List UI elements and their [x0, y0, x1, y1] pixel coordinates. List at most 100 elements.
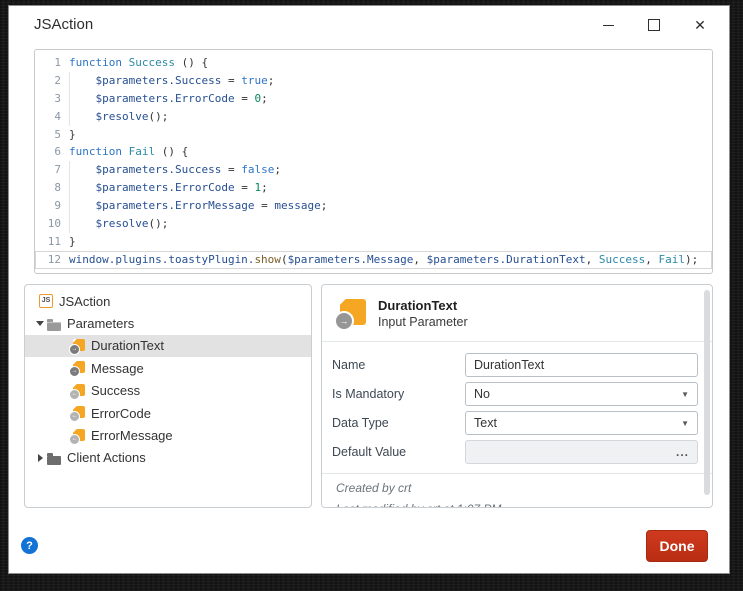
code-line-1[interactable]: 1function Success () { — [35, 54, 712, 72]
tree-item-success[interactable]: Success — [25, 380, 311, 402]
window-controls: ✕ — [585, 11, 723, 39]
tree-item-client-actions[interactable]: Client Actions — [25, 447, 311, 469]
line-number: 6 — [35, 143, 69, 161]
code-text: $parameters.ErrorCode = 0; — [69, 92, 268, 105]
code-line-4[interactable]: 4 $resolve(); — [35, 108, 712, 126]
expander-right-icon[interactable] — [33, 454, 47, 462]
inspector-header: DurationText Input Parameter — [322, 285, 712, 341]
line-number: 9 — [35, 197, 69, 215]
inspector-meta: Created by crt Last modified by crt at 1… — [322, 473, 712, 508]
inspector-scrollbar[interactable] — [704, 290, 710, 495]
field-label-default-value: Default Value — [332, 445, 465, 459]
maximize-button[interactable] — [631, 11, 677, 39]
code-text: function Success () { — [69, 56, 208, 69]
last-modified-text: Last modified by crt at 1:07 PM — [336, 502, 698, 508]
input-parameter-icon — [334, 299, 366, 329]
code-line-7[interactable]: 7 $parameters.Success = false; — [35, 161, 712, 179]
expander-down-icon[interactable] — [33, 321, 47, 326]
code-line-8[interactable]: 8 $parameters.ErrorCode = 1; — [35, 179, 712, 197]
tree-item-label: ErrorCode — [91, 406, 151, 421]
code-line-3[interactable]: 3 $parameters.ErrorCode = 0; — [35, 90, 712, 108]
dropdown-caret-icon: ▼ — [681, 419, 689, 428]
field-row-is-mandatory: Is MandatoryNo▼ — [332, 382, 698, 406]
close-icon: ✕ — [694, 18, 706, 32]
code-text: $parameters.ErrorCode = 1; — [69, 181, 268, 194]
line-number: 3 — [35, 90, 69, 108]
line-number: 4 — [35, 108, 69, 126]
code-text: $parameters.Success = false; — [69, 163, 281, 176]
name-field[interactable]: DurationText — [465, 353, 698, 377]
tree-list: JSAction Parameters DurationText Message Suc… — [25, 290, 311, 469]
is-mandatory-dropdown[interactable]: No▼ — [465, 382, 698, 406]
line-number: 8 — [35, 179, 69, 197]
default-value-field[interactable]: ... — [465, 440, 698, 464]
code-text: } — [69, 128, 76, 141]
code-text: function Fail () { — [69, 145, 188, 158]
input-parameter-icon — [71, 361, 85, 375]
js-icon — [39, 294, 53, 308]
tree-item-message[interactable]: Message — [25, 357, 311, 379]
inspector-title: DurationText — [378, 298, 468, 313]
tree-item-jsaction[interactable]: JSAction — [25, 290, 311, 312]
data-type-dropdown[interactable]: Text▼ — [465, 411, 698, 435]
line-number: 2 — [35, 72, 69, 90]
code-text: $parameters.Success = true; — [69, 74, 274, 87]
code-line-10[interactable]: 10 $resolve(); — [35, 215, 712, 233]
tree-item-label: Client Actions — [67, 450, 146, 465]
code-text: } — [69, 235, 76, 248]
minimize-icon — [603, 25, 614, 26]
code-text: $resolve(); — [69, 110, 168, 123]
tree-item-label: Success — [91, 383, 140, 398]
line-number: 1 — [35, 54, 69, 72]
field-row-data-type: Data TypeText▼ — [332, 411, 698, 435]
tree-item-label: ErrorMessage — [91, 428, 173, 443]
line-number: 5 — [35, 126, 69, 144]
tree-item-parameters[interactable]: Parameters — [25, 312, 311, 334]
tree-item-label: DurationText — [91, 338, 164, 353]
field-value: DurationText — [474, 358, 689, 372]
code-text: window.plugins.toastyPlugin.show($parame… — [69, 253, 698, 266]
jsaction-dialog: JSAction ✕ 1function Success () {2 $para… — [8, 5, 730, 574]
field-row-name: Name DurationText — [332, 353, 698, 377]
done-button[interactable]: Done — [646, 530, 708, 562]
field-label-data-type: Data Type — [332, 416, 465, 430]
dropdown-caret-icon: ▼ — [681, 390, 689, 399]
field-value: No — [474, 387, 681, 401]
window-title: JSAction — [34, 16, 93, 33]
close-button[interactable]: ✕ — [677, 11, 723, 39]
tree-item-errormessage[interactable]: ErrorMessage — [25, 424, 311, 446]
minimize-button[interactable] — [585, 11, 631, 39]
input-parameter-icon — [71, 339, 85, 353]
code-text: $parameters.ErrorMessage = message; — [69, 199, 327, 212]
code-line-9[interactable]: 9 $parameters.ErrorMessage = message; — [35, 197, 712, 215]
field-label-is-mandatory: Is Mandatory — [332, 387, 465, 401]
code-editor[interactable]: 1function Success () {2 $parameters.Succ… — [34, 49, 713, 274]
inspector-subtitle: Input Parameter — [378, 315, 468, 329]
inspector-panel: DurationText Input Parameter Name Duratio… — [321, 284, 713, 508]
output-parameter-icon — [71, 406, 85, 420]
ellipsis-button[interactable]: ... — [676, 445, 689, 459]
code-line-12[interactable]: 12window.plugins.toastyPlugin.show($para… — [35, 251, 712, 269]
code-line-2[interactable]: 2 $parameters.Success = true; — [35, 72, 712, 90]
line-number: 11 — [35, 233, 69, 251]
created-by-text: Created by crt — [336, 481, 698, 495]
tree-item-label: Parameters — [67, 316, 134, 331]
action-tree-panel: JSAction Parameters DurationText Message Suc… — [24, 284, 312, 508]
field-row-default-value: Default Value... — [332, 440, 698, 464]
line-number: 10 — [35, 215, 69, 233]
inspector-titles: DurationText Input Parameter — [378, 298, 468, 329]
help-button[interactable]: ? — [21, 537, 38, 554]
folder-closed-icon — [47, 452, 61, 466]
tree-item-errorcode[interactable]: ErrorCode — [25, 402, 311, 424]
line-number: 7 — [35, 161, 69, 179]
code-line-5[interactable]: 5} — [35, 126, 712, 144]
tree-item-durationtext[interactable]: DurationText — [25, 335, 311, 357]
field-label-name: Name — [332, 358, 465, 372]
code-line-11[interactable]: 11} — [35, 233, 712, 251]
code-lines: 1function Success () {2 $parameters.Succ… — [35, 54, 712, 269]
help-icon: ? — [26, 540, 33, 552]
field-value: Text — [474, 416, 681, 430]
tree-item-label: Message — [91, 361, 144, 376]
line-number: 12 — [35, 251, 69, 269]
code-line-6[interactable]: 6function Fail () { — [35, 143, 712, 161]
